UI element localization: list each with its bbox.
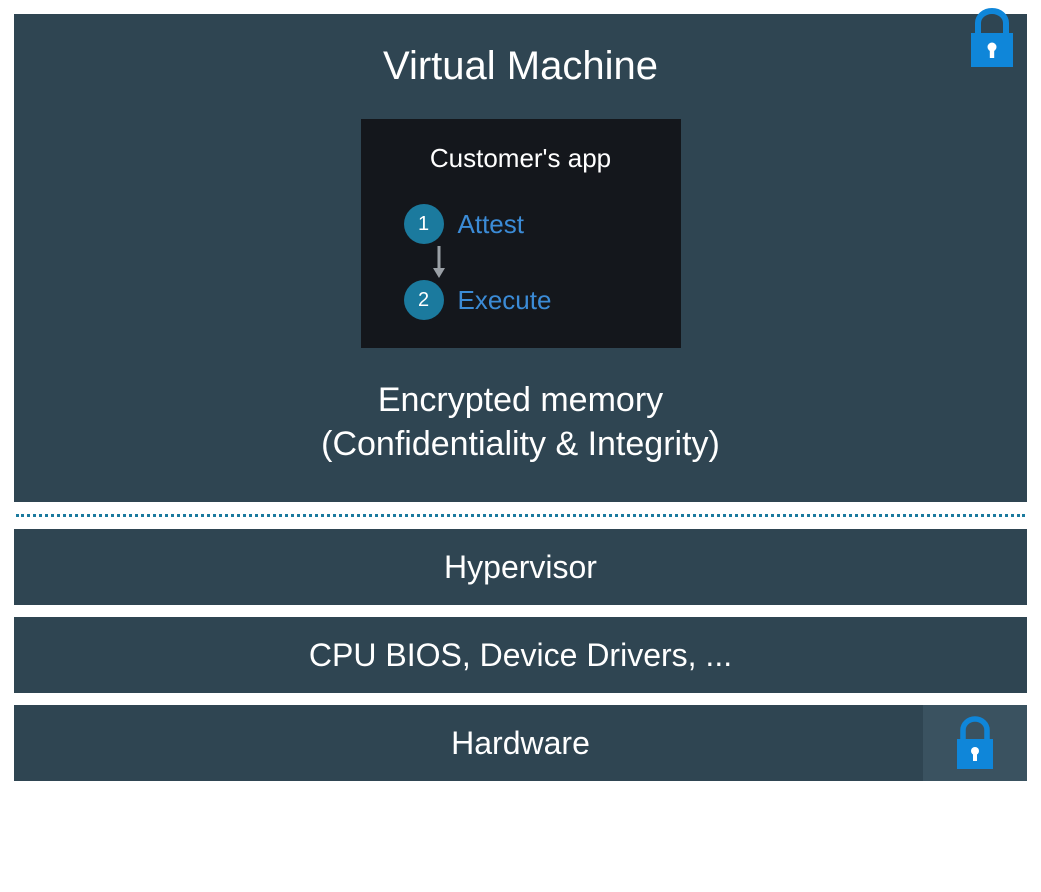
bios-drivers-layer: CPU BIOS, Device Drivers, ... <box>14 617 1027 693</box>
lock-icon <box>949 715 1001 771</box>
arrow-down-icon <box>419 244 459 280</box>
app-title: Customer's app <box>389 143 653 174</box>
vm-container: Virtual Machine Customer's app 1 Attest … <box>14 14 1027 502</box>
lock-icon <box>963 7 1021 74</box>
step-number-badge: 2 <box>404 280 444 320</box>
enc-line2: (Confidentiality & Integrity) <box>54 422 987 466</box>
layer-label: Hypervisor <box>444 549 597 586</box>
vm-title: Virtual Machine <box>54 44 987 89</box>
hardware-lock-region <box>923 705 1027 781</box>
step-execute: 2 Execute <box>404 280 653 320</box>
customer-app-box: Customer's app 1 Attest 2 Execute <box>361 119 681 348</box>
trust-boundary-divider <box>16 514 1025 517</box>
encrypted-memory-label: Encrypted memory (Confidentiality & Inte… <box>54 378 987 466</box>
confidential-vm-diagram: Virtual Machine Customer's app 1 Attest … <box>14 14 1027 781</box>
hardware-layer: Hardware <box>14 705 1027 781</box>
step-label: Attest <box>458 209 524 240</box>
app-steps: 1 Attest 2 Execute <box>389 204 653 320</box>
layer-label: CPU BIOS, Device Drivers, ... <box>309 637 732 674</box>
enc-line1: Encrypted memory <box>54 378 987 422</box>
step-label: Execute <box>458 285 552 316</box>
layer-label: Hardware <box>451 725 590 762</box>
step-number-badge: 1 <box>404 204 444 244</box>
hypervisor-layer: Hypervisor <box>14 529 1027 605</box>
step-attest: 1 Attest <box>404 204 653 244</box>
